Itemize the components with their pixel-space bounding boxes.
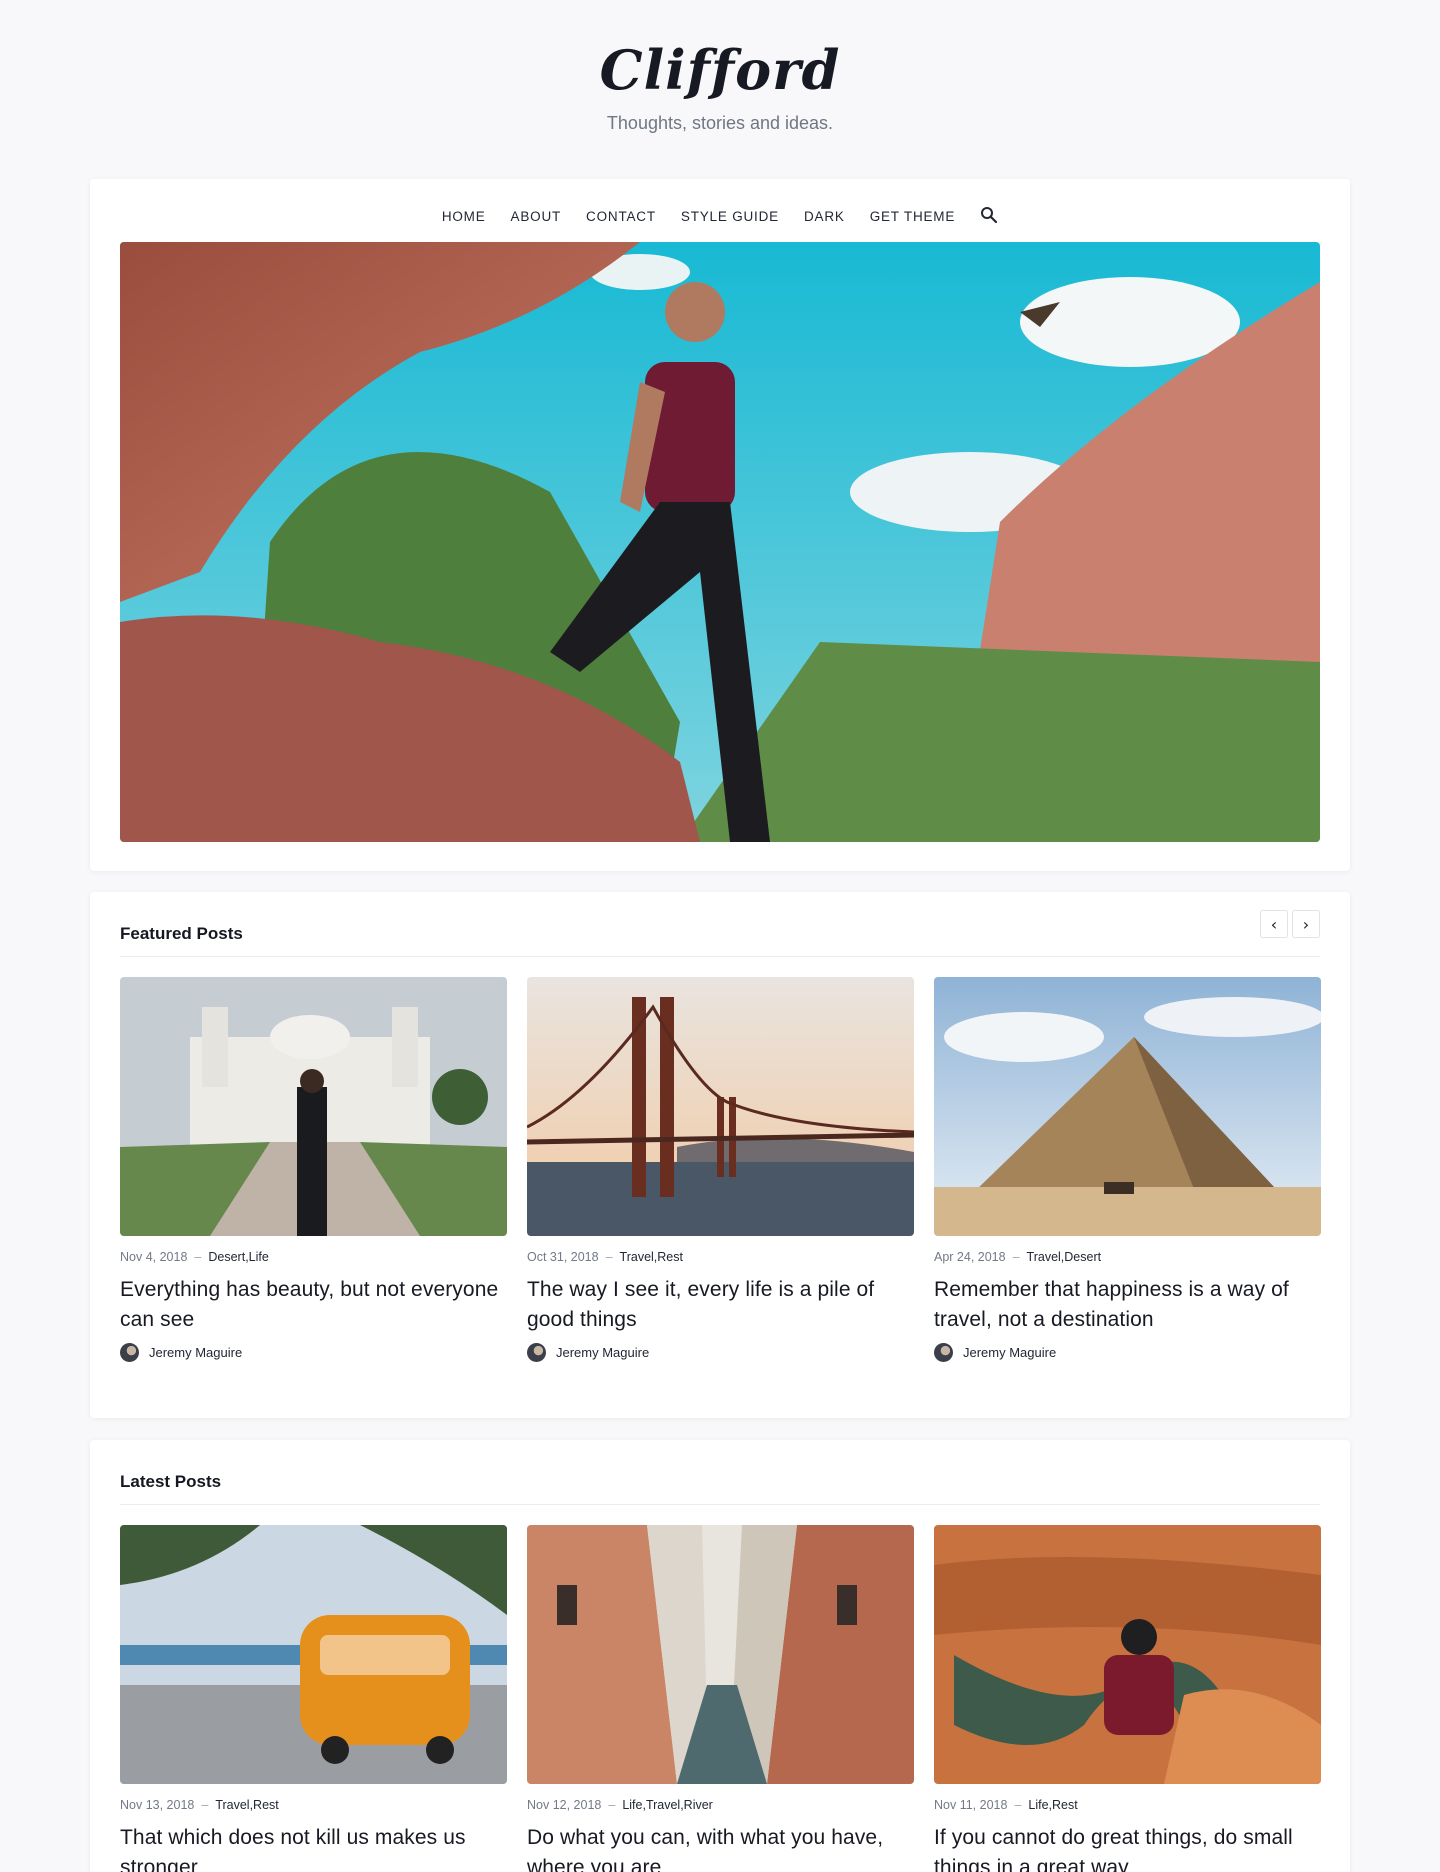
post-meta: Nov 12, 2018 – Life,Travel,River	[527, 1798, 914, 1812]
latest-post-card[interactable]: Nov 13, 2018 – Travel,Rest That which do…	[120, 1525, 507, 1872]
author-name[interactable]: Jeremy Maguire	[963, 1345, 1056, 1360]
separator: –	[194, 1250, 202, 1264]
post-tags[interactable]: Life,Travel,River	[622, 1798, 713, 1812]
author-name[interactable]: Jeremy Maguire	[149, 1345, 242, 1360]
chevron-left-icon[interactable]: ‹	[1260, 910, 1288, 938]
chevron-right-icon[interactable]: ›	[1292, 910, 1320, 938]
post-tags[interactable]: Travel,Rest	[620, 1250, 683, 1264]
featured-posts-section: Featured Posts ‹ › Nov 4, 2018 – Desert,…	[90, 892, 1350, 1418]
avatar	[120, 1343, 139, 1362]
post-date: Oct 31, 2018	[527, 1250, 599, 1264]
featured-post-card[interactable]: Apr 24, 2018 – Travel,Desert Remember th…	[934, 977, 1321, 1362]
post-meta: Oct 31, 2018 – Travel,Rest	[527, 1250, 914, 1264]
separator: –	[1012, 1250, 1020, 1264]
nav-item-about[interactable]: ABOUT	[511, 209, 562, 224]
separator: –	[1014, 1798, 1022, 1812]
main-nav: HOME ABOUT CONTACT STYLE GUIDE DARK GET …	[90, 207, 1350, 225]
post-title[interactable]: If you cannot do great things, do small …	[934, 1823, 1321, 1872]
latest-post-card[interactable]: Nov 11, 2018 – Life,Rest If you cannot d…	[934, 1525, 1321, 1872]
avatar	[934, 1343, 953, 1362]
site-logo[interactable]: Clifford	[0, 38, 1440, 102]
featured-post-card[interactable]: Oct 31, 2018 – Travel,Rest The way I see…	[527, 977, 914, 1362]
author-name[interactable]: Jeremy Maguire	[556, 1345, 649, 1360]
hero-image[interactable]	[120, 242, 1320, 842]
nav-item-style-guide[interactable]: STYLE GUIDE	[681, 209, 779, 224]
post-thumbnail[interactable]	[120, 977, 507, 1236]
post-author[interactable]: Jeremy Maguire	[120, 1343, 507, 1362]
latest-posts-title: Latest Posts	[120, 1472, 222, 1491]
post-title[interactable]: That which does not kill us makes us str…	[120, 1823, 507, 1872]
avatar	[527, 1343, 546, 1362]
separator: –	[608, 1798, 616, 1812]
search-icon[interactable]	[980, 206, 998, 224]
post-thumbnail[interactable]	[120, 1525, 507, 1784]
featured-post-card[interactable]: Nov 4, 2018 – Desert,Life Everything has…	[120, 977, 507, 1362]
post-thumbnail[interactable]	[934, 977, 1321, 1236]
nav-item-dark[interactable]: DARK	[804, 209, 845, 224]
post-date: Apr 24, 2018	[934, 1250, 1006, 1264]
post-meta: Nov 13, 2018 – Travel,Rest	[120, 1798, 507, 1812]
latest-posts-grid: Nov 13, 2018 – Travel,Rest That which do…	[120, 1525, 1321, 1872]
post-thumbnail[interactable]	[527, 1525, 914, 1784]
post-author[interactable]: Jeremy Maguire	[527, 1343, 914, 1362]
site-tagline: Thoughts, stories and ideas.	[606, 113, 834, 133]
post-thumbnail[interactable]	[934, 1525, 1321, 1784]
post-tags[interactable]: Travel,Rest	[215, 1798, 278, 1812]
post-title[interactable]: Do what you can, with what you have, whe…	[527, 1823, 914, 1872]
carousel-controls: ‹ ›	[1260, 910, 1320, 938]
featured-posts-grid: Nov 4, 2018 – Desert,Life Everything has…	[120, 977, 1321, 1362]
post-meta: Nov 4, 2018 – Desert,Life	[120, 1250, 507, 1264]
post-meta: Apr 24, 2018 – Travel,Desert	[934, 1250, 1321, 1264]
latest-post-card[interactable]: Nov 12, 2018 – Life,Travel,River Do what…	[527, 1525, 914, 1872]
hero-card: HOME ABOUT CONTACT STYLE GUIDE DARK GET …	[90, 179, 1350, 871]
nav-item-get-theme[interactable]: GET THEME	[870, 209, 955, 224]
featured-posts-title: Featured Posts	[120, 924, 243, 943]
divider	[120, 956, 1320, 957]
separator: –	[201, 1798, 209, 1812]
post-date: Nov 4, 2018	[120, 1250, 188, 1264]
separator: –	[605, 1250, 613, 1264]
post-author[interactable]: Jeremy Maguire	[934, 1343, 1321, 1362]
post-thumbnail[interactable]	[527, 977, 914, 1236]
post-tags[interactable]: Desert,Life	[208, 1250, 268, 1264]
post-meta: Nov 11, 2018 – Life,Rest	[934, 1798, 1321, 1812]
post-title[interactable]: Everything has beauty, but not everyone …	[120, 1275, 507, 1335]
post-date: Nov 11, 2018	[934, 1798, 1008, 1812]
post-title[interactable]: Remember that happiness is a way of trav…	[934, 1275, 1321, 1335]
nav-item-home[interactable]: HOME	[442, 209, 486, 224]
nav-item-contact[interactable]: CONTACT	[586, 209, 656, 224]
post-date: Nov 12, 2018	[527, 1798, 602, 1812]
post-title[interactable]: The way I see it, every life is a pile o…	[527, 1275, 914, 1335]
post-tags[interactable]: Travel,Desert	[1027, 1250, 1102, 1264]
latest-posts-section: Latest Posts Nov 13, 2018 – Travel,Rest …	[90, 1440, 1350, 1872]
post-tags[interactable]: Life,Rest	[1028, 1798, 1077, 1812]
post-date: Nov 13, 2018	[120, 1798, 195, 1812]
divider	[120, 1504, 1320, 1505]
